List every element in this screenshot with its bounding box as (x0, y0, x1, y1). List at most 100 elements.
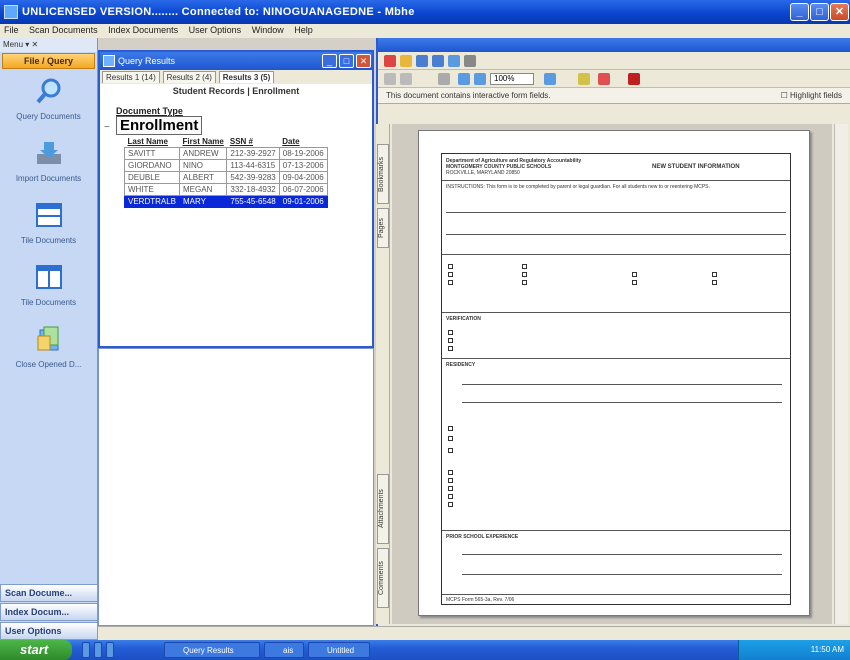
document-page[interactable]: Department of Agriculture and Regulatory… (418, 130, 810, 616)
zoom-field[interactable]: 100% (490, 73, 534, 85)
snapshot-icon[interactable] (438, 73, 450, 85)
form-checkbox[interactable] (448, 330, 453, 335)
user-options-button[interactable]: User Options (0, 622, 98, 640)
tab-bookmarks[interactable]: Bookmarks (377, 144, 389, 204)
zoom-in-icon[interactable] (474, 73, 486, 85)
search-icon[interactable] (464, 55, 476, 67)
form-checkbox[interactable] (448, 436, 453, 441)
highlight-fields-toggle[interactable]: ☐ Highlight fields (781, 91, 842, 100)
open-icon[interactable] (400, 55, 412, 67)
column-date[interactable]: Date (279, 136, 327, 148)
select-tool-icon[interactable] (400, 73, 412, 85)
quicklaunch-desktop-icon[interactable] (94, 642, 102, 658)
form-checkbox[interactable] (448, 280, 453, 285)
taskbar-item-query-results[interactable]: Query Results (164, 642, 260, 658)
form-checkbox[interactable] (448, 272, 453, 277)
form-checkbox[interactable] (632, 272, 637, 277)
nav-menu-header[interactable]: Menu ▾ ✕ (0, 38, 97, 52)
form-checkbox[interactable] (632, 280, 637, 285)
save-icon[interactable] (416, 55, 428, 67)
nav-section-file-query[interactable]: File / Query (2, 53, 95, 69)
form-checkbox[interactable] (522, 280, 527, 285)
nav-tile-documents-horizontal[interactable]: Tile Documents (0, 194, 97, 256)
scan-documents-button[interactable]: Scan Docume... (0, 584, 98, 602)
tab-pages[interactable]: Pages (377, 208, 389, 248)
form-checkbox[interactable] (522, 264, 527, 269)
taskbar: start Query Results ais Untitled 11:50 A… (0, 640, 850, 660)
nav-import-documents[interactable]: Import Documents (0, 132, 97, 194)
column-last-name[interactable]: Last Name (125, 136, 180, 148)
hand-tool-icon[interactable] (384, 73, 396, 85)
system-tray: 11:50 AM (738, 640, 850, 660)
form-checkbox[interactable] (448, 470, 453, 475)
viewer-titlebar[interactable] (378, 38, 850, 52)
minimize-button[interactable]: _ (790, 3, 809, 21)
form-checkbox[interactable] (522, 272, 527, 277)
maximize-button[interactable]: □ (810, 3, 829, 21)
table-row[interactable]: WHITE MEGAN 332-18-4932 06-07-2006 (123, 183, 328, 196)
divider (442, 594, 790, 595)
form-checkbox[interactable] (448, 502, 453, 507)
menu-user-options[interactable]: User Options (185, 24, 246, 36)
tab-results-1[interactable]: Results 1 (14) (102, 71, 160, 83)
menu-help[interactable]: Help (290, 24, 317, 36)
column-ssn[interactable]: SSN # (227, 136, 279, 148)
query-results-window: Query Results _ □ ✕ Results 1 (14) Resul… (98, 50, 374, 348)
form-checkbox[interactable] (448, 478, 453, 483)
menu-window[interactable]: Window (248, 24, 288, 36)
fit-page-icon[interactable] (544, 73, 556, 85)
document-type-group[interactable]: Enrollment (116, 116, 203, 135)
taskbar-item-untitled[interactable]: Untitled (308, 642, 370, 658)
menu-file[interactable]: File (0, 24, 23, 36)
nav-close-opened-documents[interactable]: Close Opened D... (0, 318, 97, 380)
tab-results-2[interactable]: Results 2 (4) (162, 71, 216, 83)
viewer-side-tabs: Bookmarks Pages Attachments Comments (376, 124, 390, 624)
form-info-text: This document contains interactive form … (386, 91, 551, 100)
form-checkbox[interactable] (712, 272, 717, 277)
close-doc-icon[interactable] (384, 55, 396, 67)
tab-results-3[interactable]: Results 3 (5) (218, 71, 275, 83)
viewer-vertical-scrollbar[interactable] (834, 124, 848, 624)
quicklaunch-media-icon[interactable] (106, 642, 114, 658)
form-checkbox[interactable] (712, 280, 717, 285)
menu-index-documents[interactable]: Index Documents (104, 24, 182, 36)
clock[interactable]: 11:50 AM (811, 645, 844, 654)
divider (442, 530, 790, 531)
nav-query-documents[interactable]: Query Documents (0, 70, 97, 132)
form-checkbox[interactable] (448, 486, 453, 491)
tab-comments[interactable]: Comments (377, 548, 389, 608)
table-row-selected[interactable]: VERDTRALB MARY 755-45-6548 09-01-2006 (123, 195, 328, 208)
group-expander-icon[interactable]: − (104, 122, 110, 133)
pen-icon[interactable] (598, 73, 610, 85)
query-minimize-button[interactable]: _ (322, 54, 337, 68)
menu-scan-documents[interactable]: Scan Documents (25, 24, 102, 36)
quicklaunch-ie-icon[interactable] (82, 642, 90, 658)
query-window-icon (103, 55, 115, 67)
taskbar-item-ais[interactable]: ais (264, 642, 304, 658)
form-checkbox[interactable] (448, 338, 453, 343)
query-window-titlebar[interactable]: Query Results _ □ ✕ (100, 52, 372, 70)
tab-attachments[interactable]: Attachments (377, 474, 389, 544)
form-checkbox[interactable] (448, 346, 453, 351)
email-icon[interactable] (448, 55, 460, 67)
table-row[interactable]: SAVITT ANDREW 212-39-2927 08-19-2006 (123, 147, 328, 160)
close-button[interactable]: ✕ (830, 3, 849, 21)
divider (462, 402, 782, 403)
zoom-out-icon[interactable] (458, 73, 470, 85)
index-documents-button[interactable]: Index Docum... (0, 603, 98, 621)
print-icon[interactable] (432, 55, 444, 67)
form-checkbox[interactable] (448, 448, 453, 453)
nav-tile-documents-vertical[interactable]: Tile Documents (0, 256, 97, 318)
table-row[interactable]: DEUBLE ALBERT 542-39-9283 09-04-2006 (123, 171, 328, 184)
start-button[interactable]: start (0, 640, 72, 660)
column-first-name[interactable]: First Name (180, 136, 227, 148)
query-close-button[interactable]: ✕ (356, 54, 371, 68)
comment-icon[interactable] (578, 73, 590, 85)
table-row[interactable]: GIORDANO NINO 113-44-6315 07-13-2006 (123, 159, 328, 172)
sign-icon[interactable] (628, 73, 640, 85)
form-checkbox[interactable] (448, 264, 453, 269)
form-checkbox[interactable] (448, 494, 453, 499)
horizontal-scrollbar[interactable] (98, 626, 850, 640)
query-maximize-button[interactable]: □ (339, 54, 354, 68)
form-checkbox[interactable] (448, 426, 453, 431)
